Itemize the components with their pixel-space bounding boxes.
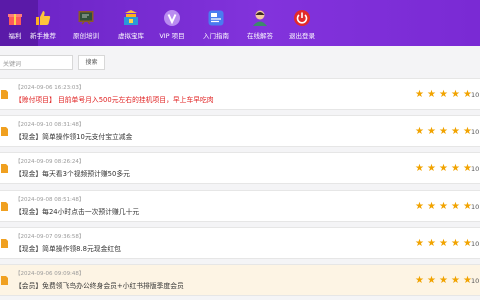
star-rating: ★ ★ ★ ★ ★ — [415, 275, 472, 286]
document-icon — [1, 239, 8, 248]
search-button[interactable]: 搜索 — [78, 55, 105, 70]
post-date: 【2024-09-10 08:31:48】 — [15, 122, 85, 128]
star-rating: ★ ★ ★ ★ ★ — [415, 201, 472, 212]
nav-label: 在线解答 — [247, 32, 273, 40]
thumbs-up-icon — [36, 11, 51, 25]
star-rating: ★ ★ ★ ★ ★ — [415, 89, 472, 100]
document-icon — [1, 90, 8, 99]
guide-icon — [208, 10, 224, 26]
top-nav: 福利 新手推荐 原创培训 虚拟宝库 VIP 项目 入门指南 在线解答 退出登录 — [0, 0, 480, 46]
list-item[interactable]: 【2024-09-07 09:36:58】 【现金】简单操作领8.8元现金红包 … — [0, 227, 480, 259]
post-title[interactable]: 【会员】免费领飞鸟办公终身会员+小红书排版季度会员 — [15, 280, 184, 290]
power-icon — [294, 10, 310, 26]
list-item[interactable]: 【2024-09-09 08:26:24】 【现金】每天看3个视频预计赚50多元… — [0, 152, 480, 184]
nav-item-guide[interactable]: 入门指南 — [193, 0, 239, 46]
list-item[interactable]: 【2024-09-06 09:09:48】 【会员】免费领飞鸟办公终身会员+小红… — [0, 264, 480, 296]
list-item[interactable]: 【2024-09-10 08:31:48】 【现金】简单操作领10元支付宝立减金… — [0, 115, 480, 147]
nav-label: 入门指南 — [203, 32, 229, 40]
list-item[interactable]: 【2024-09-08 08:51:48】 【现金】每24小时点击一次预计赚几十… — [0, 190, 480, 222]
nav-item-training[interactable]: 原创培训 — [63, 0, 109, 46]
nav-item-newbie[interactable]: 新手推荐 — [20, 0, 66, 46]
treasure-icon — [124, 10, 138, 25]
post-date: 【2024-09-06 09:09:48】 — [15, 271, 85, 277]
nav-item-support[interactable]: 在线解答 — [237, 0, 283, 46]
document-icon — [1, 164, 8, 173]
post-title[interactable]: 【现金】每天看3个视频预计赚50多元 — [15, 168, 130, 178]
nav-label: VIP 项目 — [159, 32, 185, 40]
star-rating: ★ ★ ★ ★ ★ — [415, 163, 472, 174]
document-icon — [1, 202, 8, 211]
list-item[interactable]: 【2024-09-06 16:23:03】 【赊付项目】 目前单号月入500元左… — [0, 78, 480, 110]
post-score: 10 — [471, 277, 480, 285]
post-score: 10 — [471, 203, 480, 211]
support-icon — [253, 10, 267, 26]
post-date: 【2024-09-09 08:26:24】 — [15, 159, 85, 165]
post-score: 10 — [471, 165, 480, 173]
search-input[interactable]: 关键词 — [0, 55, 73, 70]
post-title[interactable]: 【赊付项目】 目前单号月入500元左右的挂机项目，早上车早吃肉 — [15, 94, 214, 104]
post-date: 【2024-09-07 09:36:58】 — [15, 234, 85, 240]
nav-item-treasury[interactable]: 虚拟宝库 — [108, 0, 154, 46]
nav-item-vip[interactable]: VIP 项目 — [149, 0, 195, 46]
post-title[interactable]: 【现金】简单操作领8.8元现金红包 — [15, 243, 121, 253]
post-date: 【2024-09-06 16:23:03】 — [15, 85, 85, 91]
post-score: 10 — [471, 91, 480, 99]
document-icon — [1, 127, 8, 136]
post-title[interactable]: 【现金】每24小时点击一次预计赚几十元 — [15, 206, 139, 216]
nav-label: 退出登录 — [289, 32, 315, 40]
post-score: 10 — [471, 240, 480, 248]
nav-label: 新手推荐 — [30, 32, 56, 40]
star-rating: ★ ★ ★ ★ ★ — [415, 238, 472, 249]
post-date: 【2024-09-08 08:51:48】 — [15, 197, 85, 203]
nav-label: 原创培训 — [73, 32, 99, 40]
post-score: 10 — [471, 128, 480, 136]
document-icon — [1, 276, 8, 285]
nav-label: 虚拟宝库 — [118, 32, 144, 40]
nav-item-logout[interactable]: 退出登录 — [279, 0, 325, 46]
post-title[interactable]: 【现金】简单操作领10元支付宝立减金 — [15, 131, 132, 141]
blackboard-icon — [78, 11, 94, 25]
star-rating: ★ ★ ★ ★ ★ — [415, 126, 472, 137]
vip-icon — [164, 10, 180, 26]
